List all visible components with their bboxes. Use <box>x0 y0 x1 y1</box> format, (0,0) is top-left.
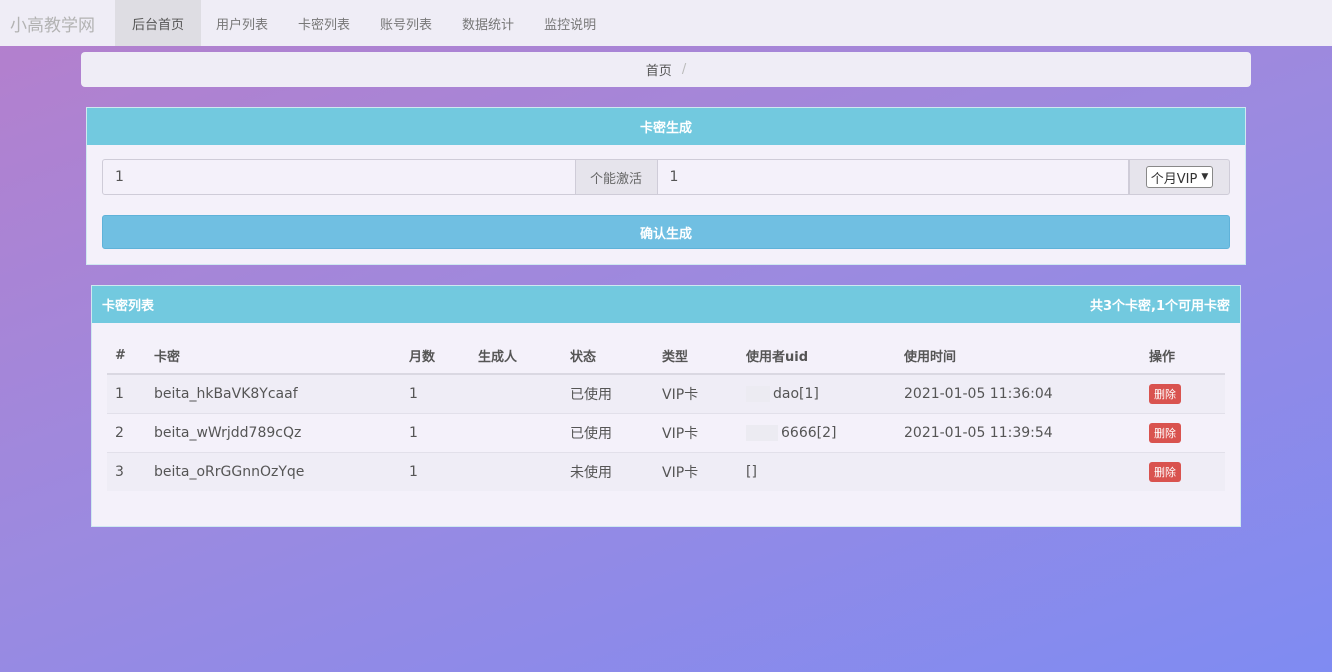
cell-action: 删除 <box>1141 412 1225 452</box>
cell-type: VIP卡 <box>654 412 738 452</box>
col-creator: 生成人 <box>470 337 562 375</box>
count-input[interactable] <box>102 159 576 195</box>
col-action: 操作 <box>1141 337 1225 375</box>
card-list-title: 卡密列表 <box>102 299 155 314</box>
cell-index: 3 <box>107 451 146 491</box>
cell-index: 1 <box>107 373 146 413</box>
table-header-row: # 卡密 月数 生成人 状态 类型 使用者uid 使用时间 操作 <box>107 337 1225 375</box>
generator-input-group: 个能激活 个月VIP ▼ <box>102 159 1230 195</box>
delete-button[interactable]: 删除 <box>1149 383 1181 404</box>
count-addon: 个能激活 <box>575 159 658 195</box>
uid-value: 6666[2] <box>781 424 837 441</box>
cell-time: 2021-01-05 11:39:54 <box>896 412 1141 452</box>
cell-card: beita_oRrGGnnOzYqe <box>146 451 401 491</box>
cell-uid: 6666[2] <box>738 412 896 452</box>
generator-title: 卡密生成 <box>87 108 1245 145</box>
cell-uid: dao[1] <box>738 373 896 413</box>
nav-item-accounts[interactable]: 账号列表 <box>365 0 447 46</box>
col-status: 状态 <box>562 337 654 375</box>
confirm-generate-button[interactable]: 确认生成 <box>102 215 1230 249</box>
card-list-summary: 共3个卡密,1个可用卡密 <box>1089 299 1230 314</box>
type-select-value: 个月VIP <box>1150 171 1198 187</box>
col-card: 卡密 <box>146 337 401 375</box>
cell-time <box>896 451 1141 491</box>
delete-button[interactable]: 删除 <box>1149 461 1181 482</box>
table-row: 1 beita_hkBaVK8Ycaaf 1 已使用 VIP卡 dao[1] 2… <box>107 373 1225 413</box>
cell-index: 2 <box>107 412 146 452</box>
cell-status: 已使用 <box>562 373 654 413</box>
cell-type: VIP卡 <box>654 451 738 491</box>
uid-redaction <box>746 424 778 441</box>
top-navbar: 小高教学网 后台首页 用户列表 卡密列表 账号列表 数据统计 监控说明 <box>0 0 1332 46</box>
cell-creator <box>470 451 562 491</box>
col-type: 类型 <box>654 337 738 375</box>
breadcrumb: 首页 / <box>81 52 1251 87</box>
card-list-header: 卡密列表 共3个卡密,1个可用卡密 <box>92 286 1240 323</box>
col-months: 月数 <box>401 337 470 375</box>
month-input[interactable] <box>657 159 1130 195</box>
cell-card: beita_wWrjdd789cQz <box>146 412 401 452</box>
cell-action: 删除 <box>1141 373 1225 413</box>
breadcrumb-home[interactable]: 首页 <box>646 60 672 79</box>
nav-item-monitor[interactable]: 监控说明 <box>529 0 611 46</box>
cell-status: 未使用 <box>562 451 654 491</box>
col-index: # <box>107 337 146 375</box>
card-generator-panel: 卡密生成 个能激活 个月VIP ▼ 确认生成 <box>86 107 1246 265</box>
breadcrumb-separator: / <box>681 62 687 77</box>
cell-time: 2021-01-05 11:36:04 <box>896 373 1141 413</box>
cell-months: 1 <box>401 451 470 491</box>
nav-item-home[interactable]: 后台首页 <box>115 0 201 46</box>
cell-months: 1 <box>401 373 470 413</box>
table-row: 3 beita_oRrGGnnOzYqe 1 未使用 VIP卡 [] 删除 <box>107 451 1225 491</box>
brand-logo[interactable]: 小高教学网 <box>0 0 115 46</box>
cell-creator <box>470 412 562 452</box>
delete-button[interactable]: 删除 <box>1149 422 1181 443</box>
uid-redaction <box>746 385 770 402</box>
cell-status: 已使用 <box>562 412 654 452</box>
nav-item-users[interactable]: 用户列表 <box>201 0 283 46</box>
nav-item-cards[interactable]: 卡密列表 <box>283 0 365 46</box>
cell-action: 删除 <box>1141 451 1225 491</box>
uid-value: dao[1] <box>773 385 819 402</box>
type-select-addon: 个月VIP ▼ <box>1129 159 1230 195</box>
table-row: 2 beita_wWrjdd789cQz 1 已使用 VIP卡 6666[2] … <box>107 412 1225 452</box>
cell-card: beita_hkBaVK8Ycaaf <box>146 373 401 413</box>
cell-creator <box>470 373 562 413</box>
cell-type: VIP卡 <box>654 373 738 413</box>
card-table: # 卡密 月数 生成人 状态 类型 使用者uid 使用时间 操作 1 beita… <box>107 337 1225 491</box>
chevron-down-icon: ▼ <box>1201 172 1209 182</box>
card-list-panel: 卡密列表 共3个卡密,1个可用卡密 # 卡密 月数 生成人 状态 类型 使用者u… <box>91 285 1241 527</box>
cell-months: 1 <box>401 412 470 452</box>
cell-uid: [] <box>738 451 896 491</box>
col-time: 使用时间 <box>896 337 1141 375</box>
type-select[interactable]: 个月VIP ▼ <box>1145 166 1214 188</box>
col-uid: 使用者uid <box>738 337 896 375</box>
nav-item-stats[interactable]: 数据统计 <box>447 0 529 46</box>
